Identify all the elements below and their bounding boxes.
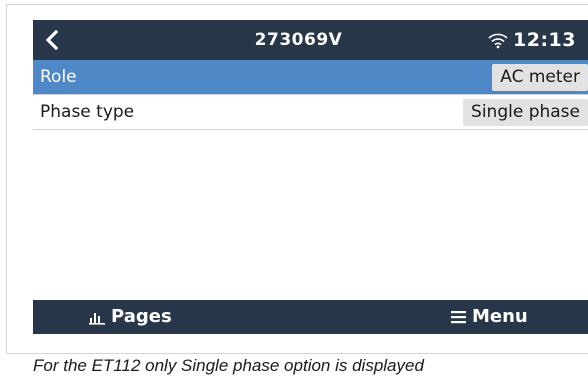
- pages-button[interactable]: Pages: [89, 300, 172, 334]
- menu-button-label: Menu: [472, 306, 528, 327]
- page-title-text: 273069V: [254, 30, 343, 50]
- wifi-icon: [488, 33, 508, 49]
- device-screen: 273069V 12:13 Role AC meter Phase type S…: [33, 20, 588, 334]
- bar-chart-icon: [89, 313, 105, 325]
- setting-row-phase-type[interactable]: Phase type Single phase: [33, 95, 588, 130]
- setting-label-phase-type: Phase type: [40, 102, 135, 122]
- bottom-bar: Pages Menu: [33, 300, 588, 334]
- menu-button[interactable]: Menu: [451, 300, 528, 334]
- figure-caption: For the ET112 only Single phase option i…: [33, 356, 424, 375]
- clock: 12:13: [513, 29, 576, 51]
- hamburger-menu-icon: [451, 311, 466, 324]
- setting-value-phase-type: Single phase: [463, 99, 588, 126]
- setting-value-role: AC meter: [492, 64, 588, 91]
- top-bar: 273069V 12:13: [33, 20, 588, 60]
- pages-button-label: Pages: [111, 306, 172, 327]
- setting-row-role[interactable]: Role AC meter: [33, 60, 588, 95]
- setting-label-role: Role: [40, 67, 77, 87]
